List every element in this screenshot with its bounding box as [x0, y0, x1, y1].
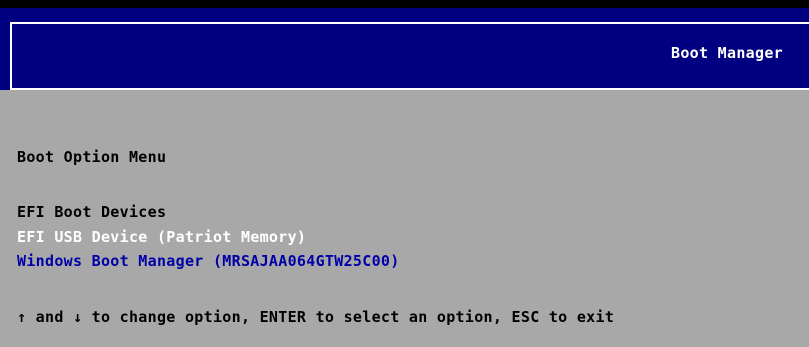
- help-text: ↑ and ↓ to change option, ENTER to selec…: [17, 308, 615, 326]
- boot-devices-group-label: EFI Boot Devices: [17, 203, 167, 221]
- menu-panel: Boot Option Menu EFI Boot Devices EFI US…: [0, 90, 809, 347]
- boot-option-usb[interactable]: EFI USB Device (Patriot Memory): [17, 228, 306, 246]
- menu-heading: Boot Option Menu: [17, 148, 167, 166]
- boot-option-windows[interactable]: Windows Boot Manager (MRSAJAA064GTW25C00…: [17, 252, 400, 270]
- header-bar: Boot Manager: [0, 8, 809, 90]
- page-title: Boot Manager: [671, 44, 783, 62]
- bios-screen: Boot Manager Boot Option Menu EFI Boot D…: [0, 0, 809, 347]
